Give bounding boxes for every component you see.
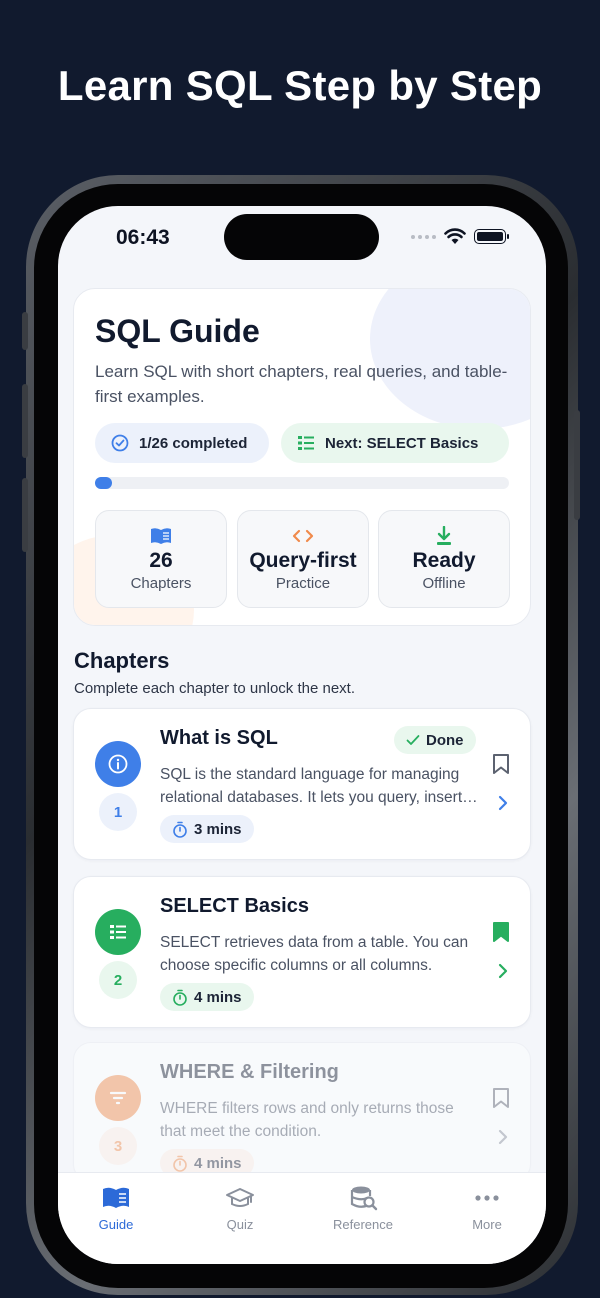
chapter-title: What is SQL	[160, 727, 278, 749]
signal-icon	[411, 234, 436, 239]
timer-icon	[173, 821, 187, 838]
stat-practice: Query-first Practice	[237, 510, 369, 608]
graduation-cap-icon	[226, 1188, 254, 1207]
chapters-subheading: Complete each chapter to unlock the next…	[74, 680, 356, 697]
code-icon	[292, 529, 314, 543]
status-bar: 06:43	[58, 206, 546, 266]
list-icon	[298, 436, 314, 450]
chapter-description-text: WHERE filters rows and only returns thos…	[160, 1100, 454, 1140]
chapter-description: WHERE filters rows and only returns thos…	[160, 1097, 478, 1143]
check-icon	[406, 735, 420, 745]
book-icon	[151, 528, 171, 544]
chapter-card-what-is-sql[interactable]: 1 What is SQL Done SQL is the standard l…	[73, 708, 531, 860]
headline: Learn SQL Step by Step	[57, 62, 543, 109]
next-chapter-pill[interactable]: Next: SELECT Basics	[281, 423, 509, 463]
list-icon	[110, 925, 126, 939]
chapter-title: SELECT Basics	[160, 895, 309, 917]
chapter-title: WHERE & Filtering	[160, 1061, 339, 1083]
status-icons	[411, 228, 509, 245]
stat-chapters: 26 Chapters	[95, 510, 227, 608]
tab-label: Quiz	[226, 1217, 254, 1232]
done-label: Done	[426, 731, 464, 749]
bookmark-icon[interactable]	[492, 1087, 510, 1109]
chapter-card-where-filtering[interactable]: 3 WHERE & Filtering WHERE filters rows a…	[73, 1042, 531, 1182]
next-chapter-label: Next: SELECT Basics	[325, 434, 479, 452]
chapter-description: SELECT retrieves data from a table. You …	[160, 931, 478, 977]
download-icon	[437, 526, 451, 545]
tab-quiz[interactable]: Quiz	[190, 1183, 290, 1232]
tab-more[interactable]: More	[437, 1183, 537, 1232]
book-icon	[103, 1187, 129, 1208]
guide-subtitle: Learn SQL with short chapters, real quer…	[95, 362, 508, 406]
more-dots-icon	[475, 1195, 499, 1201]
chevron-right-icon[interactable]	[498, 963, 508, 979]
info-icon	[108, 754, 128, 774]
tab-guide[interactable]: Guide	[66, 1183, 166, 1232]
stat-label: Offline	[422, 575, 466, 592]
stat-value: Ready	[412, 549, 476, 572]
timer-icon	[173, 989, 187, 1006]
chapter-number: 1	[99, 793, 137, 831]
progress-fill	[95, 477, 112, 489]
chevron-right-icon[interactable]	[498, 795, 508, 811]
mute-switch	[22, 312, 28, 350]
duration-label: 4 mins	[194, 988, 242, 1006]
database-search-icon	[350, 1186, 378, 1211]
wifi-icon	[444, 228, 466, 244]
filter-icon	[109, 1091, 127, 1105]
chapters-heading: Chapters	[74, 648, 170, 673]
chapter-icon	[95, 909, 141, 955]
done-badge: Done	[394, 726, 476, 754]
duration-label: 3 mins	[194, 820, 242, 838]
completed-label: 1/26 completed	[139, 434, 248, 452]
chapter-card-select-basics[interactable]: 2 SELECT Basics SELECT retrieves data fr…	[73, 876, 531, 1028]
volume-down-button	[22, 478, 28, 552]
progress-bar	[95, 477, 509, 489]
chevron-right-icon[interactable]	[498, 1129, 508, 1145]
check-circle-icon	[111, 434, 129, 452]
chapter-icon	[95, 741, 141, 787]
duration-label: 4 mins	[194, 1154, 242, 1172]
timer-icon	[173, 1155, 187, 1172]
chapter-number: 3	[99, 1127, 137, 1165]
tab-label: Reference	[333, 1217, 393, 1232]
volume-up-button	[22, 384, 28, 458]
guide-summary-card: SQL Guide Learn SQL with short chapters,…	[73, 288, 531, 626]
stat-value: 26	[149, 549, 173, 572]
stat-label: Practice	[275, 575, 331, 592]
stat-offline: Ready Offline	[378, 510, 510, 608]
battery-icon	[474, 229, 509, 244]
status-time: 06:43	[116, 226, 170, 249]
bookmark-filled-icon[interactable]	[492, 921, 510, 943]
chapter-description: SQL is the standard language for managin…	[160, 763, 478, 809]
chapter-number: 2	[99, 961, 137, 999]
stat-value: Query-first	[249, 549, 357, 572]
chapter-duration: 3 mins	[160, 815, 254, 843]
chapter-duration: 4 mins	[160, 983, 254, 1011]
tab-label: More	[472, 1217, 502, 1232]
guide-title: SQL Guide	[95, 313, 260, 349]
power-button	[574, 410, 580, 520]
completed-pill: 1/26 completed	[95, 423, 269, 463]
tab-reference[interactable]: Reference	[313, 1183, 413, 1232]
tab-bar: Guide Quiz Reference More	[58, 1172, 546, 1264]
chapter-description-text: SELECT retrieves data from a table. You …	[160, 934, 469, 974]
app-screen: 06:43 SQL Guide Learn SQL with short cha…	[58, 206, 546, 1264]
bookmark-icon[interactable]	[492, 753, 510, 775]
tab-label: Guide	[98, 1217, 134, 1232]
chapter-description-text: SQL is the standard language for managin…	[160, 766, 467, 806]
stat-label: Chapters	[130, 575, 192, 592]
dynamic-island	[224, 214, 379, 260]
chapter-icon	[95, 1075, 141, 1121]
